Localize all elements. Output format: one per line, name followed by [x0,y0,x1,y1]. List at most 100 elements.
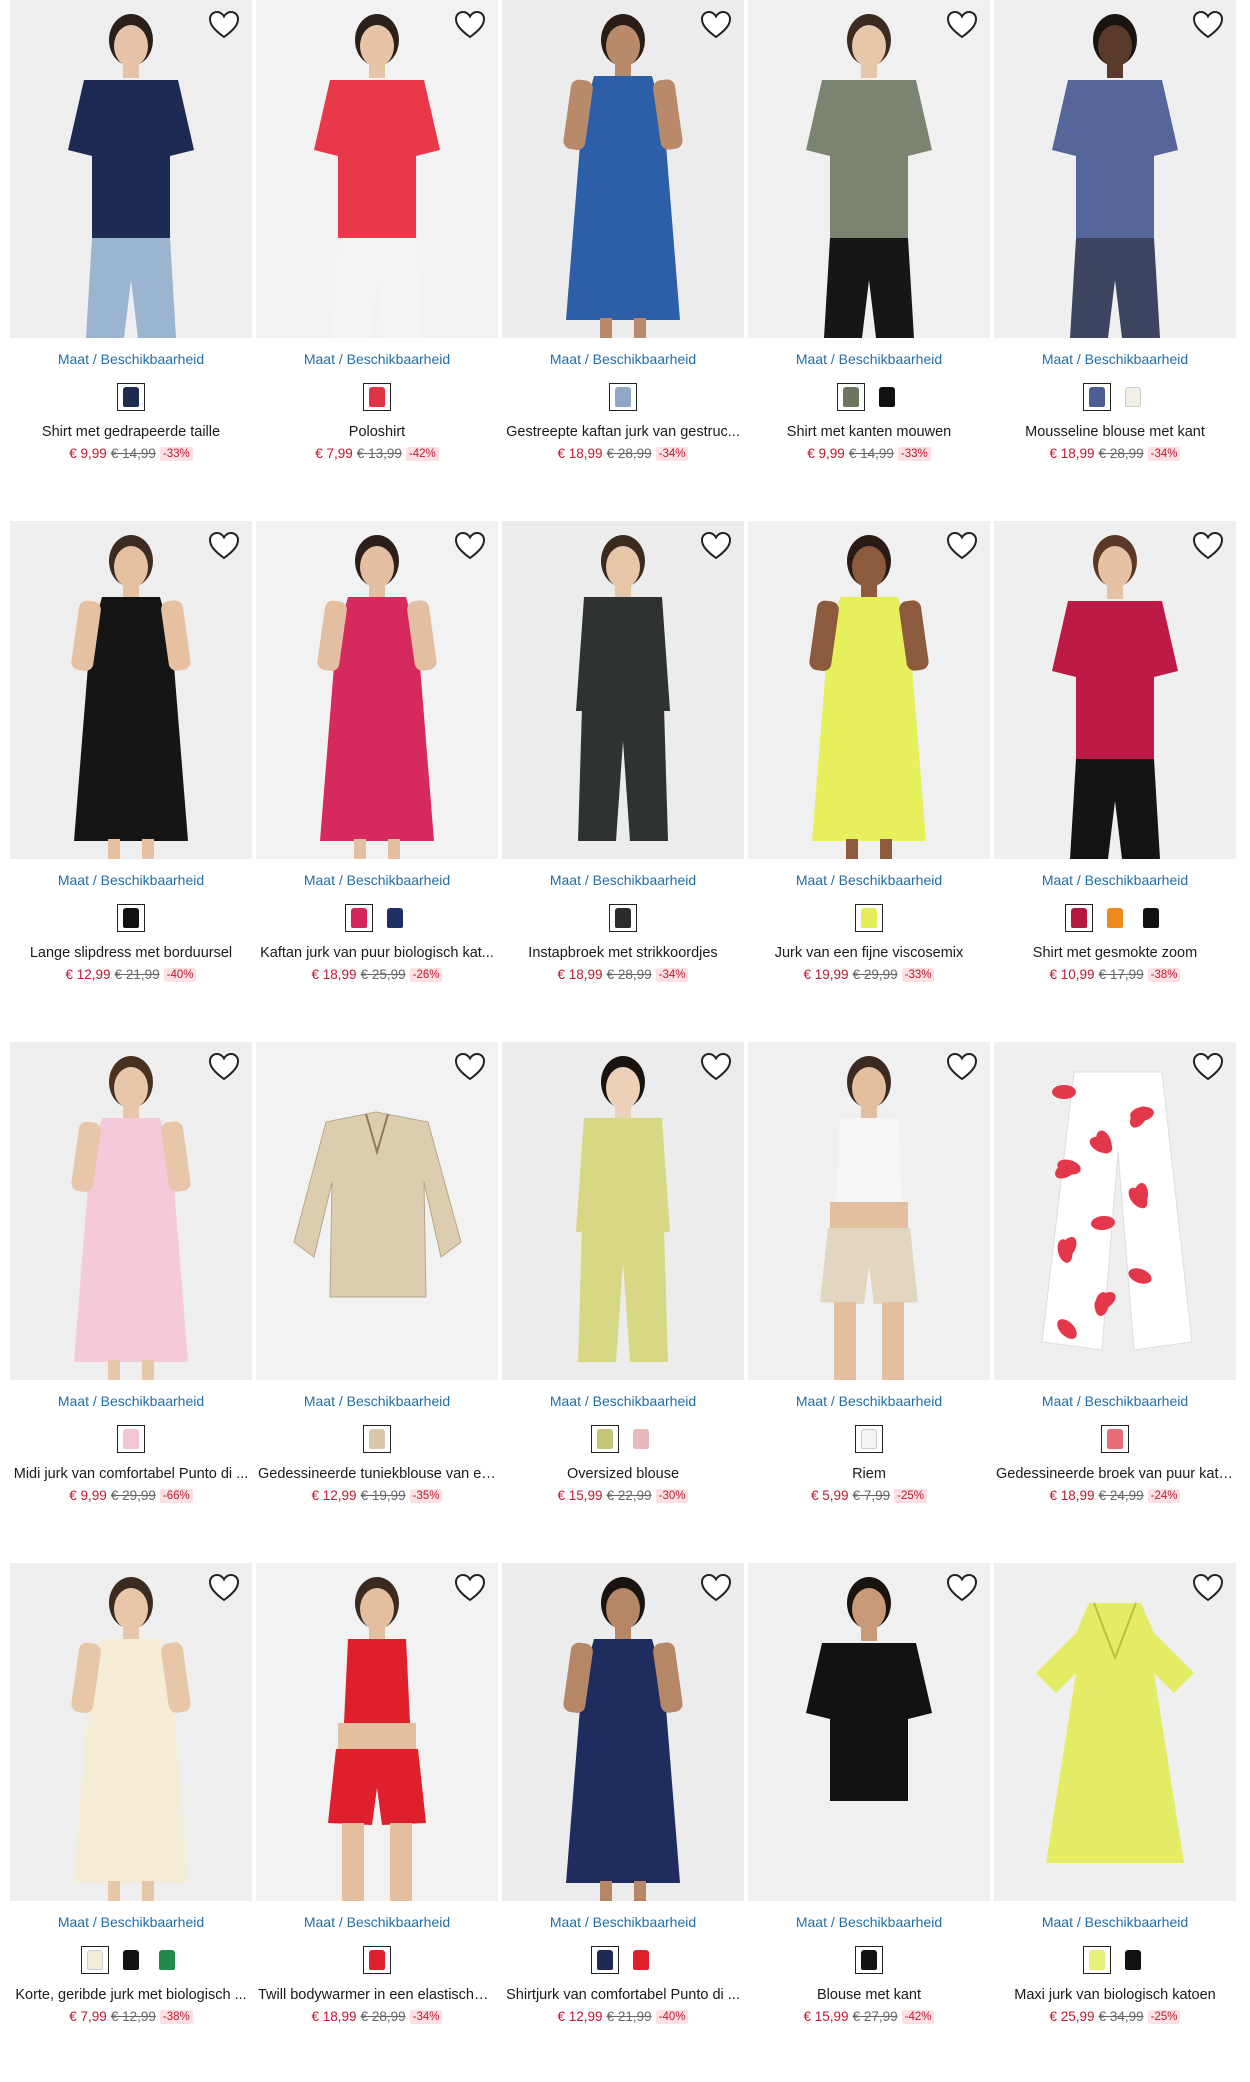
product-name[interactable]: Twill bodywarmer in een elastische ... [256,1987,498,2003]
product-image[interactable] [994,1563,1236,1901]
product-card[interactable]: Maat / Beschikbaarheid Gedessineerde broe… [994,1042,1236,1563]
product-card[interactable]: Maat / Beschikbaarheid Gedessineerde tuni… [256,1042,498,1563]
product-name[interactable]: Maxi jurk van biologisch katoen [994,1987,1236,2003]
product-card[interactable]: Maat / Beschikbaarheid Shirt met gesmokte… [994,521,1236,1042]
product-name[interactable]: Korte, geribde jurk met biologisch ... [10,1987,252,2003]
product-image[interactable] [10,1563,252,1901]
color-swatch[interactable] [837,383,865,411]
product-image[interactable] [256,1563,498,1901]
color-swatch[interactable] [153,1946,181,1974]
color-swatch[interactable] [609,383,637,411]
size-availability-link[interactable]: Maat / Beschikbaarheid [748,1914,990,1930]
size-availability-link[interactable]: Maat / Beschikbaarheid [994,1914,1236,1930]
product-image[interactable] [994,0,1236,338]
color-swatch[interactable] [1119,1946,1147,1974]
product-name[interactable]: Blouse met kant [748,1987,990,2003]
heart-outline-icon[interactable] [1192,1052,1224,1082]
product-card[interactable]: Maat / Beschikbaarheid Instapbroek met st… [502,521,744,1042]
color-swatch[interactable] [591,1425,619,1453]
product-image[interactable] [10,521,252,859]
color-swatch[interactable] [627,1425,655,1453]
color-swatch[interactable] [609,904,637,932]
heart-outline-icon[interactable] [1192,10,1224,40]
product-name[interactable]: Midi jurk van comfortabel Punto di ... [10,1466,252,1482]
color-swatch[interactable] [855,1946,883,1974]
product-image[interactable] [10,0,252,338]
heart-outline-icon[interactable] [454,10,486,40]
product-card[interactable]: Maat / Beschikbaarheid Shirt met kanten m… [748,0,990,521]
product-image[interactable] [502,521,744,859]
size-availability-link[interactable]: Maat / Beschikbaarheid [994,1393,1236,1409]
color-swatch[interactable] [1101,1425,1129,1453]
product-name[interactable]: Poloshirt [256,424,498,440]
size-availability-link[interactable]: Maat / Beschikbaarheid [10,1393,252,1409]
size-availability-link[interactable]: Maat / Beschikbaarheid [256,872,498,888]
product-name[interactable]: Instapbroek met strikkoordjes [502,945,744,961]
product-name[interactable]: Jurk van een fijne viscosemix [748,945,990,961]
color-swatch[interactable] [363,383,391,411]
heart-outline-icon[interactable] [700,1573,732,1603]
size-availability-link[interactable]: Maat / Beschikbaarheid [502,351,744,367]
color-swatch[interactable] [1119,383,1147,411]
heart-outline-icon[interactable] [1192,531,1224,561]
product-card[interactable]: Maat / Beschikbaarheid Oversized blouse € … [502,1042,744,1563]
product-name[interactable]: Shirt met gesmokte zoom [994,945,1236,961]
heart-outline-icon[interactable] [700,10,732,40]
heart-outline-icon[interactable] [946,531,978,561]
size-availability-link[interactable]: Maat / Beschikbaarheid [748,872,990,888]
product-image[interactable] [256,1042,498,1380]
product-image[interactable] [502,1563,744,1901]
size-availability-link[interactable]: Maat / Beschikbaarheid [256,1914,498,1930]
color-swatch[interactable] [81,1946,109,1974]
color-swatch[interactable] [363,1425,391,1453]
product-card[interactable]: Maat / Beschikbaarheid Maxi jurk van biol… [994,1563,1236,2082]
product-image[interactable] [10,1042,252,1380]
product-name[interactable]: Gedessineerde broek van puur kato... [994,1466,1236,1482]
product-name[interactable]: Gedessineerde tuniekblouse van ee... [256,1466,498,1482]
product-card[interactable]: Maat / Beschikbaarheid Gestreepte kaftan … [502,0,744,521]
color-swatch[interactable] [873,383,901,411]
product-image[interactable] [502,0,744,338]
size-availability-link[interactable]: Maat / Beschikbaarheid [10,1914,252,1930]
size-availability-link[interactable]: Maat / Beschikbaarheid [994,351,1236,367]
heart-outline-icon[interactable] [454,531,486,561]
product-name[interactable]: Kaftan jurk van puur biologisch kat... [256,945,498,961]
color-swatch[interactable] [1137,904,1165,932]
product-image[interactable] [994,521,1236,859]
heart-outline-icon[interactable] [946,1052,978,1082]
product-image[interactable] [748,0,990,338]
size-availability-link[interactable]: Maat / Beschikbaarheid [502,1393,744,1409]
product-name[interactable]: Shirt met kanten mouwen [748,424,990,440]
product-name[interactable]: Lange slipdress met borduursel [10,945,252,961]
color-swatch[interactable] [855,1425,883,1453]
size-availability-link[interactable]: Maat / Beschikbaarheid [256,1393,498,1409]
size-availability-link[interactable]: Maat / Beschikbaarheid [10,351,252,367]
color-swatch[interactable] [117,383,145,411]
size-availability-link[interactable]: Maat / Beschikbaarheid [502,1914,744,1930]
color-swatch[interactable] [117,904,145,932]
heart-outline-icon[interactable] [208,531,240,561]
heart-outline-icon[interactable] [946,10,978,40]
product-name[interactable]: Shirtjurk van comfortabel Punto di ... [502,1987,744,2003]
product-name[interactable]: Riem [748,1466,990,1482]
heart-outline-icon[interactable] [208,1573,240,1603]
size-availability-link[interactable]: Maat / Beschikbaarheid [748,351,990,367]
product-image[interactable] [748,1042,990,1380]
product-card[interactable]: Maat / Beschikbaarheid Mousseline blouse … [994,0,1236,521]
heart-outline-icon[interactable] [946,1573,978,1603]
product-name[interactable]: Shirt met gedrapeerde taille [10,424,252,440]
color-swatch[interactable] [591,1946,619,1974]
color-swatch[interactable] [627,1946,655,1974]
color-swatch[interactable] [363,1946,391,1974]
product-image[interactable] [994,1042,1236,1380]
product-card[interactable]: Maat / Beschikbaarheid Blouse met kant € 1… [748,1563,990,2082]
size-availability-link[interactable]: Maat / Beschikbaarheid [502,872,744,888]
product-name[interactable]: Mousseline blouse met kant [994,424,1236,440]
size-availability-link[interactable]: Maat / Beschikbaarheid [256,351,498,367]
color-swatch[interactable] [1065,904,1093,932]
size-availability-link[interactable]: Maat / Beschikbaarheid [10,872,252,888]
heart-outline-icon[interactable] [454,1573,486,1603]
product-card[interactable]: Maat / Beschikbaarheid Lange slipdress me… [10,521,252,1042]
product-image[interactable] [256,521,498,859]
color-swatch[interactable] [345,904,373,932]
